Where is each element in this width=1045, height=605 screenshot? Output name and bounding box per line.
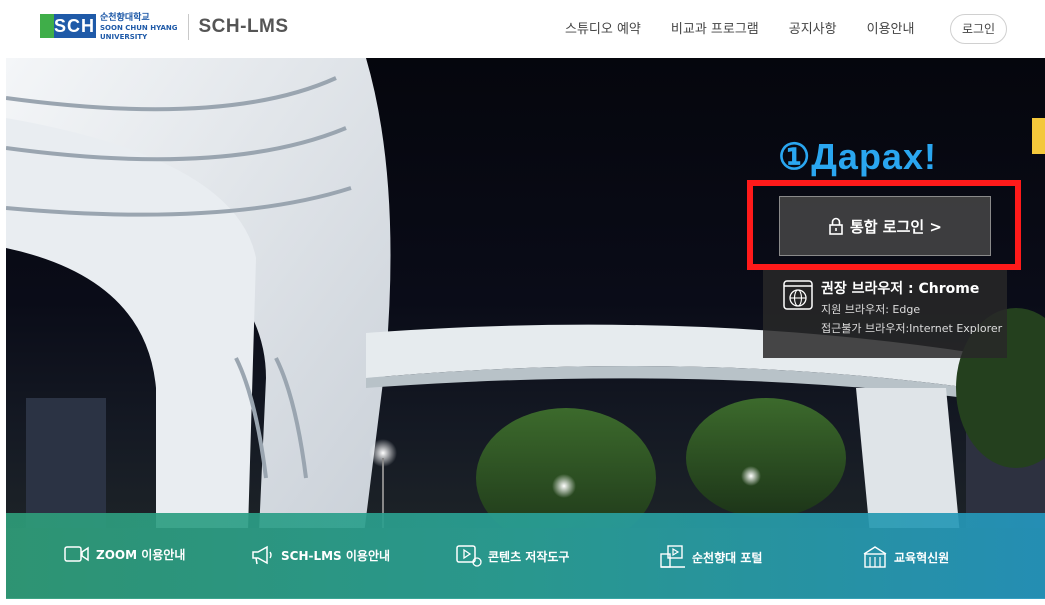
quick-link-portal-label: 순천향대 포털 bbox=[692, 550, 763, 565]
logo-mark-text: SCH bbox=[54, 16, 96, 36]
quick-link-lms-guide[interactable]: SCH-LMS 이용안내 bbox=[251, 545, 390, 565]
nav-notice[interactable]: 공지사항 bbox=[789, 18, 837, 37]
logo-divider bbox=[187, 14, 189, 40]
yellow-marker bbox=[1032, 118, 1045, 154]
header-login-button[interactable]: 로그인 bbox=[950, 14, 1007, 44]
portal-icon bbox=[660, 545, 685, 568]
site-header: SCH 순천향대학교 SOON CHUN HYANG UNIVERSITY SC… bbox=[0, 0, 1045, 58]
logo-english-line2: UNIVERSITY bbox=[100, 32, 148, 41]
content-tool-icon bbox=[456, 545, 482, 567]
university-logo[interactable]: SCH 순천향대학교 SOON CHUN HYANG UNIVERSITY SC… bbox=[40, 10, 289, 44]
nav-guide[interactable]: 이용안내 bbox=[867, 18, 915, 37]
integrated-login-label: 통합 로그인 > bbox=[849, 217, 942, 236]
sch-logo-mark: SCH bbox=[40, 10, 96, 44]
unsupported-browser: 접근불가 브라우저:Internet Explorer bbox=[821, 322, 1003, 335]
megaphone-icon bbox=[252, 545, 272, 565]
quick-link-zoom[interactable]: ZOOM 이용안내 bbox=[64, 545, 185, 563]
brand-title: SCH-LMS bbox=[198, 16, 289, 37]
building-icon bbox=[863, 546, 887, 568]
video-camera-icon bbox=[64, 546, 89, 562]
browser-info-panel: 권장 브라우저 : Chrome 지원 브라우저: Edge 접근불가 브라우저… bbox=[763, 270, 1007, 358]
nav-extracurricular[interactable]: 비교과 프로그램 bbox=[671, 18, 759, 37]
logo-korean-name: 순천향대학교 bbox=[100, 12, 150, 23]
lock-icon bbox=[829, 217, 843, 235]
logo-wordmark: 순천향대학교 SOON CHUN HYANG UNIVERSITY bbox=[100, 12, 178, 41]
quick-link-innovation-label: 교육혁신원 bbox=[894, 550, 950, 565]
quick-link-portal[interactable]: 순천향대 포털 bbox=[660, 545, 762, 569]
quick-link-innovation[interactable]: 교육혁신원 bbox=[862, 545, 949, 569]
annotation-label: ①Дарах! bbox=[778, 136, 937, 177]
main-nav: 스튜디오 예약 비교과 프로그램 공지사항 이용안내 bbox=[565, 18, 944, 37]
supported-browser: 지원 브라우저: Edge bbox=[821, 303, 921, 316]
globe-browser-icon bbox=[783, 280, 813, 310]
quick-link-content-tool-label: 콘텐츠 저작도구 bbox=[488, 549, 570, 564]
recommended-browser: 권장 브라우저 : Chrome bbox=[821, 281, 980, 297]
quick-link-content-tool[interactable]: 콘텐츠 저작도구 bbox=[456, 545, 569, 567]
quick-links-bar: ZOOM 이용안내 SCH-LMS 이용안내 콘텐츠 저작도구 순천향대 포털 bbox=[6, 513, 1045, 599]
integrated-login-button[interactable]: 통합 로그인 > bbox=[779, 196, 991, 256]
quick-link-zoom-label: ZOOM 이용안내 bbox=[96, 547, 186, 562]
quick-link-lms-guide-label: SCH-LMS 이용안내 bbox=[281, 548, 391, 563]
nav-studio-reservation[interactable]: 스튜디오 예약 bbox=[565, 18, 641, 37]
logo-english-line1: SOON CHUN HYANG bbox=[100, 23, 178, 32]
